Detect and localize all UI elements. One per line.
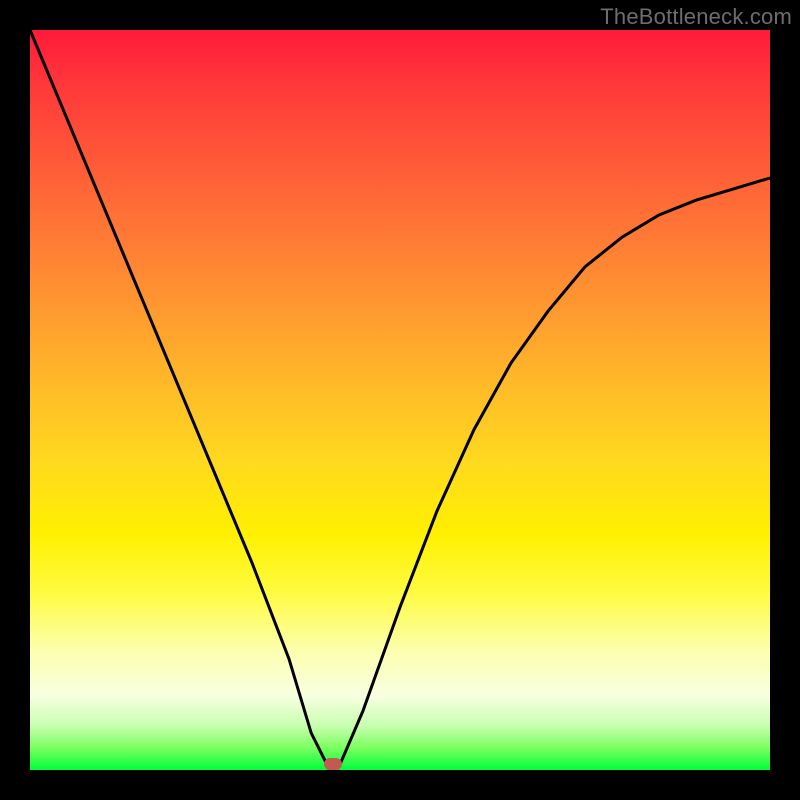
curve-svg	[30, 30, 770, 770]
bottleneck-curve	[30, 30, 770, 770]
chart-stage: TheBottleneck.com	[0, 0, 800, 800]
plot-area	[30, 30, 770, 770]
optimum-marker	[324, 758, 342, 770]
watermark-text: TheBottleneck.com	[600, 4, 792, 30]
